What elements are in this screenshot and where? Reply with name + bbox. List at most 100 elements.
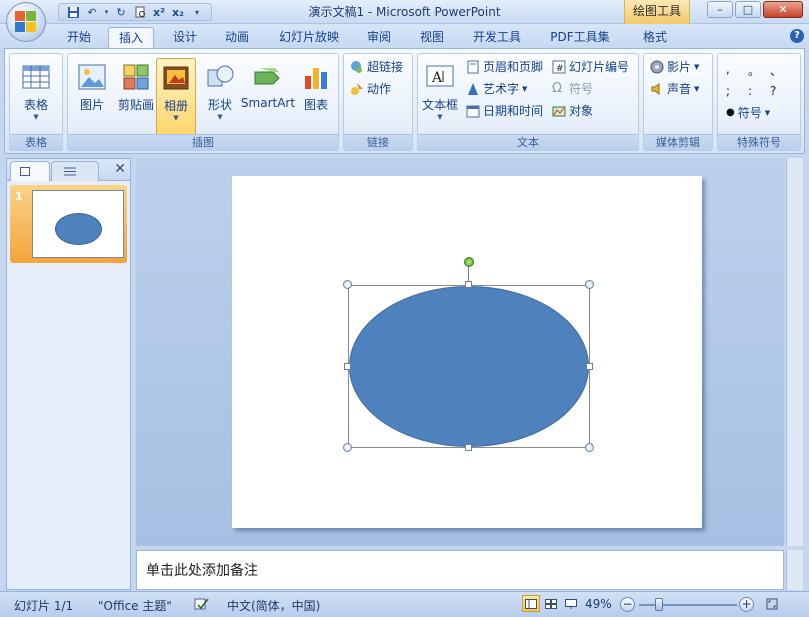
symbol-semicolon[interactable]: ; bbox=[726, 84, 730, 98]
zoom-in-button[interactable]: + bbox=[739, 597, 754, 612]
slide-show-view-button[interactable] bbox=[562, 595, 580, 612]
tab-format[interactable]: 格式 bbox=[634, 27, 676, 49]
action-button[interactable]: 动作 bbox=[350, 80, 391, 98]
wordart-icon bbox=[468, 83, 478, 95]
notes-pane[interactable]: 单击此处添加备注 bbox=[136, 550, 784, 590]
group-links: 超链接 动作 链接 bbox=[343, 53, 413, 151]
symbol-button-disabled[interactable]: Ω 符号 bbox=[552, 80, 593, 98]
clip-art-button[interactable]: 剪贴画 bbox=[112, 58, 160, 128]
bullet-icon: ● bbox=[726, 107, 735, 118]
slide-thumbnail[interactable] bbox=[32, 190, 124, 258]
tab-animations[interactable]: 动画 bbox=[216, 27, 258, 49]
superscript-icon[interactable]: x² bbox=[151, 5, 167, 19]
movie-button[interactable]: 影片 ▼ bbox=[650, 58, 699, 76]
tab-review[interactable]: 审阅 bbox=[358, 27, 400, 49]
help-icon[interactable]: ? bbox=[790, 29, 804, 43]
chevron-down-icon: ▼ bbox=[33, 113, 39, 121]
date-time-button[interactable]: 日期和时间 bbox=[466, 102, 543, 120]
office-logo-icon bbox=[15, 11, 37, 33]
resize-handle-right[interactable] bbox=[586, 363, 593, 370]
sound-button[interactable]: 声音 ▼ bbox=[650, 80, 699, 98]
chevron-down-icon: ▼ bbox=[217, 113, 223, 121]
special-symbol-button[interactable]: ● 符号 ▼ bbox=[726, 104, 770, 122]
slide-number-icon: # bbox=[552, 60, 566, 74]
hyperlink-button[interactable]: 超链接 bbox=[350, 58, 403, 76]
close-icon[interactable]: ✕ bbox=[114, 161, 126, 177]
header-footer-button[interactable]: 页眉和页脚 bbox=[466, 58, 543, 76]
minimize-button[interactable]: – bbox=[707, 1, 733, 18]
resize-handle-bottom[interactable] bbox=[465, 444, 472, 451]
symbol-question[interactable]: ? bbox=[770, 84, 776, 98]
subscript-icon[interactable]: x₂ bbox=[170, 5, 186, 19]
normal-view-button[interactable] bbox=[522, 595, 540, 612]
tab-design[interactable]: 设计 bbox=[164, 27, 206, 49]
zoom-level[interactable]: 49% bbox=[585, 597, 612, 611]
symbol-comma[interactable]: , bbox=[726, 62, 730, 76]
smartart-icon bbox=[254, 68, 280, 85]
slide-count-status: 幻灯片 1/1 bbox=[14, 599, 74, 613]
customize-qat-icon[interactable]: ▾ bbox=[189, 5, 205, 19]
hyperlink-icon bbox=[351, 61, 362, 73]
undo-dropdown-icon[interactable]: ▾ bbox=[103, 5, 110, 19]
slide-sorter-view-button[interactable] bbox=[542, 595, 560, 612]
shapes-button[interactable]: 形状 ▼ bbox=[200, 58, 240, 128]
slide-canvas[interactable] bbox=[232, 176, 702, 528]
language-status[interactable]: 中文(简体，中国) bbox=[227, 597, 320, 614]
picture-button[interactable]: 图片 bbox=[72, 58, 112, 128]
symbol-colon[interactable]: : bbox=[748, 84, 752, 98]
resize-handle-left[interactable] bbox=[344, 363, 351, 370]
office-button[interactable] bbox=[6, 2, 46, 42]
resize-handle-bottom-left[interactable] bbox=[343, 443, 352, 452]
chevron-down-icon: ▼ bbox=[437, 113, 443, 121]
save-icon[interactable] bbox=[65, 5, 81, 19]
group-label-table: 表格 bbox=[10, 134, 62, 150]
spell-check-icon[interactable] bbox=[194, 597, 210, 614]
vertical-scrollbar[interactable] bbox=[786, 158, 803, 546]
undo-icon[interactable]: ↶ bbox=[84, 5, 100, 19]
tab-slide-show[interactable]: 幻灯片放映 bbox=[272, 27, 346, 49]
tab-insert[interactable]: 插入 bbox=[108, 27, 154, 49]
zoom-slider-thumb[interactable] bbox=[655, 598, 663, 611]
notes-scrollbar[interactable] bbox=[786, 550, 803, 590]
close-button[interactable]: ✕ bbox=[763, 1, 803, 18]
resize-handle-bottom-right[interactable] bbox=[585, 443, 594, 452]
slide-number-button[interactable]: # 幻灯片编号 bbox=[552, 58, 629, 76]
theme-status[interactable]: "Office 主题" bbox=[98, 597, 172, 614]
header-footer-icon bbox=[467, 60, 479, 74]
smartart-button[interactable]: SmartArt bbox=[240, 58, 296, 128]
redo-icon[interactable]: ↻ bbox=[113, 5, 129, 19]
table-button[interactable]: 表格 ▼ bbox=[16, 58, 56, 128]
slide-thumbnail-row[interactable]: 1 bbox=[10, 185, 127, 263]
ellipse-shape[interactable] bbox=[349, 286, 589, 447]
group-special-symbols: , 。 、 ; : ? ● 符号 ▼ 特殊符号 bbox=[717, 53, 801, 151]
text-box-button[interactable]: A 文本框 ▼ bbox=[420, 58, 460, 128]
tab-view[interactable]: 视图 bbox=[411, 27, 453, 49]
chart-button[interactable]: 图表 bbox=[296, 58, 336, 128]
slides-panel: ✕ 1 bbox=[6, 158, 131, 590]
symbol-enumeration-comma[interactable]: 、 bbox=[770, 62, 782, 79]
tab-pdf-tools[interactable]: PDF工具集 bbox=[543, 27, 617, 49]
status-bar: 幻灯片 1/1 "Office 主题" 中文(简体，中国) 49% − + bbox=[0, 591, 809, 617]
tab-outline[interactable] bbox=[51, 161, 99, 181]
tab-home[interactable]: 开始 bbox=[58, 27, 100, 49]
tab-developer[interactable]: 开发工具 bbox=[466, 27, 528, 49]
resize-handle-top-right[interactable] bbox=[585, 280, 594, 289]
group-media: 影片 ▼ 声音 ▼ 媒体剪辑 bbox=[643, 53, 713, 151]
wordart-button[interactable]: 艺术字 ▼ bbox=[466, 80, 527, 98]
tab-slides[interactable] bbox=[10, 161, 50, 181]
slide-sorter-icon bbox=[545, 598, 557, 609]
resize-handle-top[interactable] bbox=[465, 281, 472, 288]
zoom-slider-track[interactable] bbox=[639, 604, 737, 606]
zoom-out-button[interactable]: − bbox=[620, 597, 635, 612]
title-bar: ↶ ▾ ↻ x² x₂ ▾ 演示文稿1 - Microsoft PowerPoi… bbox=[0, 0, 809, 24]
svg-text:#: # bbox=[556, 64, 564, 74]
group-table: 表格 ▼ 表格 bbox=[9, 53, 63, 151]
rotation-handle[interactable] bbox=[464, 257, 474, 267]
maximize-button[interactable]: □ bbox=[735, 1, 761, 18]
fit-to-window-button[interactable] bbox=[763, 595, 781, 612]
print-preview-icon[interactable] bbox=[132, 5, 148, 19]
object-button[interactable]: 对象 bbox=[552, 102, 593, 120]
symbol-period[interactable]: 。 bbox=[748, 62, 760, 79]
photo-album-button[interactable]: 相册 ▼ bbox=[156, 58, 196, 136]
resize-handle-top-left[interactable] bbox=[343, 280, 352, 289]
